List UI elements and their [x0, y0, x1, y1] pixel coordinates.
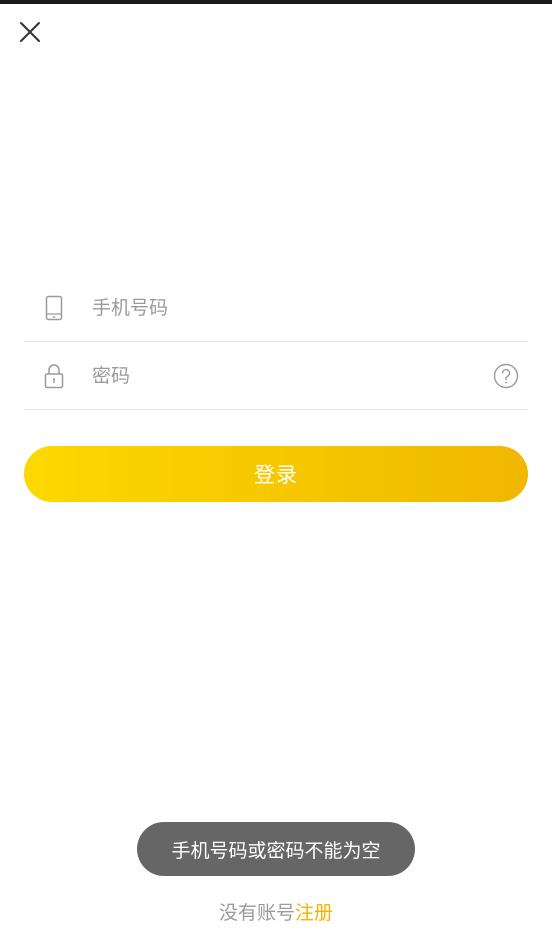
question-circle-icon — [493, 363, 519, 388]
register-prompt: 没有账号 注册 — [0, 896, 552, 926]
password-input[interactable] — [84, 355, 486, 396]
register-link[interactable]: 注册 — [295, 898, 333, 925]
toast-text: 手机号码或密码不能为空 — [171, 839, 381, 862]
lock-icon — [24, 363, 84, 389]
phone-input[interactable] — [84, 287, 528, 328]
phone-field-row — [24, 274, 528, 342]
login-button[interactable]: 登录 — [24, 446, 528, 502]
no-account-text: 没有账号 — [218, 901, 295, 924]
password-help-button[interactable] — [486, 356, 526, 396]
login-page: 登录 手机号码或密码不能为空 没有账号注册 — [0, 0, 552, 952]
close-button[interactable] — [12, 16, 48, 48]
close-icon — [20, 22, 40, 42]
phone-icon — [24, 295, 84, 321]
status-bar-edge — [0, 0, 552, 4]
password-field-row — [24, 342, 528, 410]
toast-message: 手机号码或密码不能为空 — [137, 822, 415, 876]
